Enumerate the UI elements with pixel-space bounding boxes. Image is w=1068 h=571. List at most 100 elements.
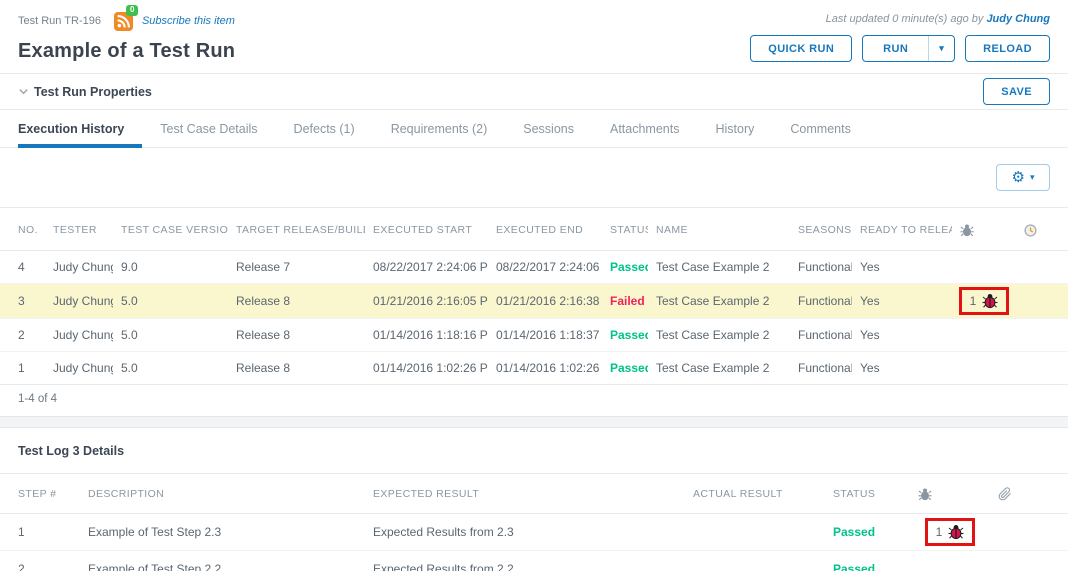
cell-description: Example of Test Step 2.3 bbox=[80, 514, 365, 551]
col-test-case-version: TEST CASE VERSION bbox=[113, 208, 228, 251]
cell-step: 1 bbox=[0, 514, 80, 551]
col-target-release-build: TARGET RELEASE/BUILD bbox=[228, 208, 365, 251]
cell-target: Release 7 bbox=[228, 251, 365, 284]
cell-end: 01/21/2016 2:16:38 PM bbox=[488, 284, 602, 319]
cell-step-defects: 1 bbox=[910, 514, 990, 551]
tab-requirements[interactable]: Requirements (2) bbox=[373, 110, 506, 147]
cell-release-clock bbox=[1016, 284, 1068, 319]
subscribe-link[interactable]: Subscribe this item bbox=[142, 15, 235, 27]
col-description: DESCRIPTION bbox=[80, 474, 365, 514]
paperclip-icon bbox=[998, 487, 1012, 501]
test-log-header-row: STEP # DESCRIPTION EXPECTED RESULT ACTUA… bbox=[0, 474, 1068, 514]
tab-bar: Execution History Test Case Details Defe… bbox=[0, 110, 1068, 148]
cell-ready: Yes bbox=[852, 251, 952, 284]
cell-description: Example of Test Step 2.2 bbox=[80, 551, 365, 571]
cell-start: 01/14/2016 1:18:16 PM bbox=[365, 319, 488, 352]
bug-icon bbox=[960, 223, 974, 237]
cell-defects bbox=[952, 352, 1016, 385]
tab-history[interactable]: History bbox=[697, 110, 772, 147]
col-defects bbox=[952, 208, 1016, 251]
cell-tester: Judy Chung bbox=[45, 251, 113, 284]
cell-defects bbox=[952, 319, 1016, 352]
cell-target: Release 8 bbox=[228, 352, 365, 385]
subscriber-count-badge: 0 bbox=[126, 5, 138, 16]
chevron-down-icon bbox=[18, 86, 29, 97]
col-attachments bbox=[990, 474, 1068, 514]
reload-button[interactable]: RELOAD bbox=[965, 35, 1050, 62]
run-split-button[interactable]: RUN ▾ bbox=[862, 35, 955, 62]
cell-tester: Judy Chung bbox=[45, 319, 113, 352]
tab-defects[interactable]: Defects (1) bbox=[276, 110, 373, 147]
properties-section-toggle[interactable]: Test Run Properties bbox=[18, 85, 152, 99]
cell-tester: Judy Chung bbox=[45, 352, 113, 385]
col-step: STEP # bbox=[0, 474, 80, 514]
save-button[interactable]: SAVE bbox=[983, 78, 1050, 105]
item-type-label: Test Run bbox=[18, 15, 61, 27]
cell-version: 5.0 bbox=[113, 319, 228, 352]
cell-ready: Yes bbox=[852, 319, 952, 352]
col-tester: TESTER bbox=[45, 208, 113, 251]
cell-end: 01/14/2016 1:18:37 PM bbox=[488, 319, 602, 352]
top-left: Test Run TR-196 0 Subscribe this item Ex… bbox=[18, 9, 235, 63]
tab-execution-history[interactable]: Execution History bbox=[18, 110, 142, 147]
tab-comments[interactable]: Comments bbox=[772, 110, 868, 147]
col-status: STATUS bbox=[602, 208, 648, 251]
page-title: Example of a Test Run bbox=[18, 40, 235, 63]
cell-attachments bbox=[990, 514, 1068, 551]
cell-version: 5.0 bbox=[113, 284, 228, 319]
execution-row-4[interactable]: 4 Judy Chung 9.0 Release 7 08/22/2017 2:… bbox=[0, 251, 1068, 284]
test-log-section-title: Test Log 3 Details bbox=[0, 428, 1068, 474]
run-dropdown-caret-icon[interactable]: ▾ bbox=[929, 36, 954, 61]
bug-icon bbox=[918, 487, 932, 501]
tab-attachments[interactable]: Attachments bbox=[592, 110, 697, 147]
cell-name: Test Case Example 2 bbox=[648, 284, 790, 319]
clock-icon bbox=[1024, 224, 1037, 237]
defect-ladybug-icon[interactable] bbox=[982, 293, 998, 309]
cell-release-clock bbox=[1016, 251, 1068, 284]
cell-ready: Yes bbox=[852, 352, 952, 385]
section-divider bbox=[0, 416, 1068, 428]
test-log-row-1[interactable]: 1 Example of Test Step 2.3 Expected Resu… bbox=[0, 514, 1068, 551]
col-seasons: SEASONS bbox=[790, 208, 852, 251]
gear-dropdown-caret-icon: ▾ bbox=[1030, 172, 1035, 183]
cell-start: 01/14/2016 1:02:26 PM bbox=[365, 352, 488, 385]
cell-defects bbox=[952, 251, 1016, 284]
execution-table-header-row: NO. TESTER TEST CASE VERSION TARGET RELE… bbox=[0, 208, 1068, 251]
cell-actual bbox=[685, 514, 825, 551]
top-right: Last updated 0 minute(s) ago by Judy Chu… bbox=[750, 9, 1050, 63]
cell-ready: Yes bbox=[852, 284, 952, 319]
cell-step-defects bbox=[910, 551, 990, 571]
cell-name: Test Case Example 2 bbox=[648, 251, 790, 284]
execution-history-table: NO. TESTER TEST CASE VERSION TARGET RELE… bbox=[0, 208, 1068, 385]
breadcrumb: Test Run TR-196 0 Subscribe this item bbox=[18, 9, 235, 33]
test-log-row-2[interactable]: 2 Example of Test Step 2.2 Expected Resu… bbox=[0, 551, 1068, 571]
grid-toolbar: ⚙ ▾ bbox=[0, 148, 1068, 208]
defect-ladybug-icon[interactable] bbox=[948, 524, 964, 540]
execution-row-2[interactable]: 2 Judy Chung 5.0 Release 8 01/14/2016 1:… bbox=[0, 319, 1068, 352]
rss-subscribe-icon[interactable]: 0 bbox=[114, 12, 133, 31]
execution-row-3-highlighted[interactable]: 3 Judy Chung 5.0 Release 8 01/21/2016 2:… bbox=[0, 284, 1068, 319]
cell-name: Test Case Example 2 bbox=[648, 352, 790, 385]
tab-test-case-details[interactable]: Test Case Details bbox=[142, 110, 275, 147]
tab-sessions[interactable]: Sessions bbox=[505, 110, 592, 147]
col-release-clock bbox=[1016, 208, 1068, 251]
col-name: NAME bbox=[648, 208, 790, 251]
defect-count: 1 bbox=[970, 294, 977, 308]
grid-settings-button[interactable]: ⚙ ▾ bbox=[996, 164, 1050, 191]
status-badge: Passed bbox=[610, 260, 648, 274]
item-id: TR-196 bbox=[64, 15, 101, 27]
defect-count: 1 bbox=[936, 525, 943, 539]
last-updated-user-link[interactable]: Judy Chung bbox=[986, 13, 1050, 25]
status-badge: Passed bbox=[610, 328, 648, 342]
run-button-label[interactable]: RUN bbox=[863, 36, 929, 61]
cell-end: 08/22/2017 2:24:06 PM bbox=[488, 251, 602, 284]
col-expected-result: EXPECTED RESULT bbox=[365, 474, 685, 514]
test-run-properties-bar: Test Run Properties SAVE bbox=[0, 73, 1068, 110]
cell-seasons: Functional bbox=[790, 352, 852, 385]
cell-seasons: Functional bbox=[790, 251, 852, 284]
last-updated-text: Last updated 0 minute(s) ago by Judy Chu… bbox=[826, 13, 1050, 25]
cell-target: Release 8 bbox=[228, 319, 365, 352]
execution-row-1[interactable]: 1 Judy Chung 5.0 Release 8 01/14/2016 1:… bbox=[0, 352, 1068, 385]
cell-version: 9.0 bbox=[113, 251, 228, 284]
quick-run-button[interactable]: QUICK RUN bbox=[750, 35, 852, 62]
